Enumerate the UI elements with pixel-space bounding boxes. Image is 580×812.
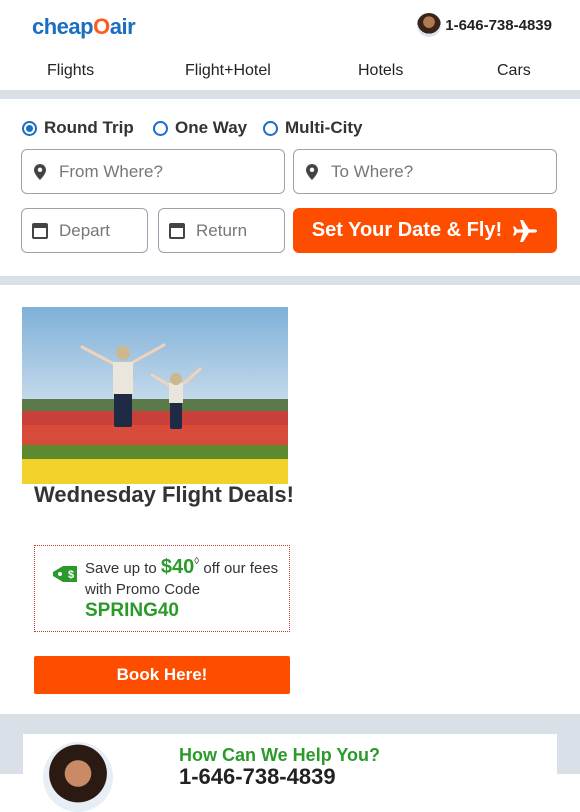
location-pin-icon [306,163,318,180]
calendar-icon [169,222,185,239]
radio-unselected-icon [153,120,168,136]
promo-marker: ◊ [194,556,200,567]
header-phone-number: 1-646-738-4839 [445,16,552,34]
header-phone[interactable]: 1-646-738-4839 [417,13,552,37]
deal-photo [22,307,288,484]
return-date-input[interactable]: Return [158,208,285,253]
search-flights-button[interactable]: Set Your Date & Fly! [293,208,557,253]
help-card: How Can We Help You? 1-646-738-4839 [23,734,557,812]
help-phone-number[interactable]: 1-646-738-4839 [179,764,336,790]
divider-band [0,90,580,99]
trip-type-group: Round Trip One Way Multi-City [22,118,562,140]
radio-selected-icon [22,120,37,136]
radio-multi-city[interactable]: Multi-City [263,118,362,138]
help-title: How Can We Help You? [179,745,381,765]
svg-text:$: $ [68,569,74,581]
price-tag-icon: $ [53,566,77,582]
radio-round-trip[interactable]: Round Trip [22,118,134,138]
radio-label: Multi-City [285,118,363,137]
nav-cars[interactable]: Cars [497,62,531,80]
to-where-placeholder: To Where? [331,161,414,181]
promo-amount: $40 [160,556,195,578]
from-where-placeholder: From Where? [59,161,163,181]
calendar-icon [32,222,48,239]
cheapoair-logo[interactable]: cheap Oair [32,12,136,42]
location-pin-icon [34,163,46,180]
search-flights-label: Set Your Date & Fly! [311,219,503,241]
radio-label: Round Trip [44,118,134,137]
book-here-button[interactable]: Book Here! [34,656,290,694]
tulip-field-photo-image [22,307,288,484]
depart-date-input[interactable]: Depart [21,208,148,253]
promo-save-line: Save up to $40◊ off our fees [85,556,278,579]
nav-flights[interactable]: Flights [47,62,94,80]
logo-text-b: air [109,14,136,39]
nav-flight-hotel[interactable]: Flight+Hotel [185,62,271,80]
agent-avatar-icon [417,13,442,37]
promo-code-prefix: with Promo Code [85,581,201,598]
promo-box: $ Save up to $40◊ off our fees with Prom… [34,545,290,632]
to-where-input[interactable]: To Where? [293,149,557,194]
radio-unselected-icon [263,120,278,136]
agent-photo-icon [43,742,113,812]
header: cheap Oair 1-646-738-4839 [0,0,580,52]
radio-label: One Way [175,118,248,137]
main-nav: Flights Flight+Hotel Hotels Cars [0,52,580,90]
nav-hotels[interactable]: Hotels [358,62,403,80]
logo-text-a: cheap [32,14,94,39]
radio-one-way[interactable]: One Way [153,118,247,138]
promo-save-prefix: Save up to [85,560,157,577]
deal-title: Wednesday Flight Deals! [34,482,294,507]
from-where-input[interactable]: From Where? [21,149,285,194]
promo-save-suffix: off our fees [203,560,279,577]
logo-text-o: O [93,14,110,39]
promo-code: SPRING40 [85,600,179,621]
return-placeholder: Return [196,220,248,240]
airplane-icon [513,219,538,242]
depart-placeholder: Depart [59,220,111,240]
divider-band [0,276,580,285]
